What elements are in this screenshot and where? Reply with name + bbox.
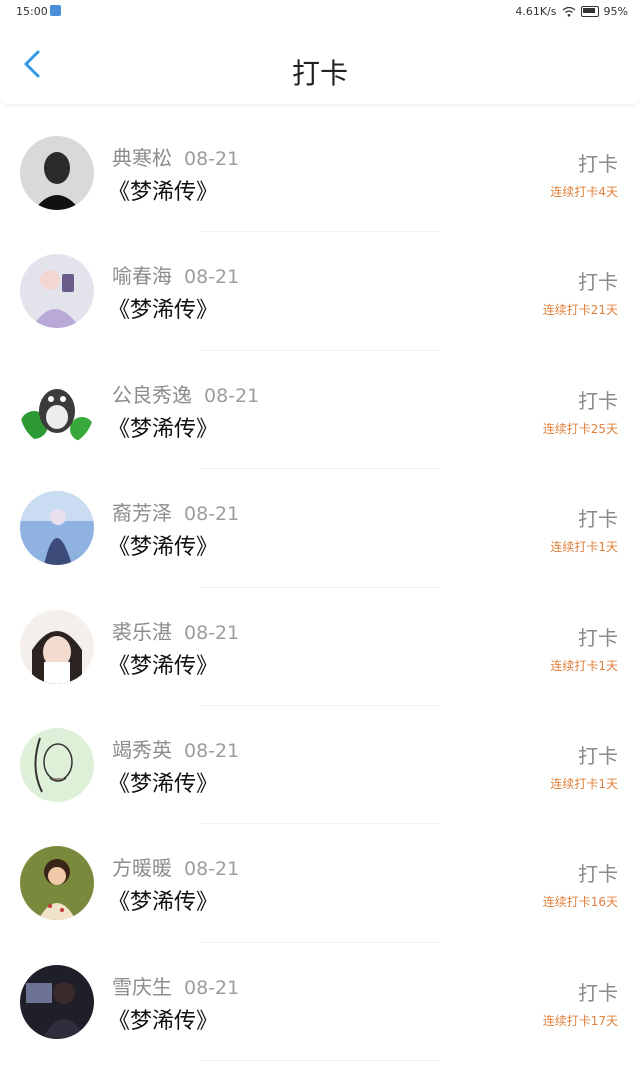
book-title[interactable]: 《梦浠传》	[108, 884, 218, 916]
user-name-text: 裔芳泽	[112, 501, 172, 526]
checkin-list: 典寒松 08-21 《梦浠传》 打卡 连续打卡4天 喻春海 08-21 《梦浠传》 …	[0, 114, 640, 1062]
streak-text: 连续打卡21天	[542, 303, 618, 318]
streak-text: 连续打卡1天	[550, 658, 618, 673]
streak-text: 连续打卡1天	[550, 540, 618, 555]
list-item[interactable]: 方暖暖 08-21 《梦浠传》 打卡 连续打卡16天	[0, 824, 640, 943]
user-name-text: 典寒松	[112, 146, 172, 170]
user-name: 典寒松 08-21	[112, 142, 239, 171]
checkin-label: 打卡	[578, 152, 618, 176]
book-title[interactable]: 《梦浠传》	[108, 174, 218, 206]
streak-text: 连续打卡16天	[542, 895, 618, 910]
checkin-label: 打卡	[578, 270, 618, 295]
streak-text: 连续打卡1天	[550, 776, 618, 791]
user-name: 方暖暖 08-21	[112, 852, 239, 881]
user-name: 雪庆生 08-21	[112, 971, 239, 1000]
book-title[interactable]: 《梦浠传》	[108, 1003, 218, 1035]
book-title[interactable]: 《梦浠传》	[108, 529, 218, 561]
user-name: 公良秀逸 08-21	[112, 379, 259, 408]
battery-percent: 95%	[603, 5, 628, 18]
avatar[interactable]	[20, 609, 94, 684]
list-item[interactable]: 裘乐湛 08-21 《梦浠传》 打卡 连续打卡1天	[0, 588, 640, 706]
list-item[interactable]: 喻春海 08-21 《梦浠传》 打卡 连续打卡21天	[0, 232, 640, 351]
header-bar: 打卡	[0, 24, 640, 104]
user-name: 竭秀英 08-21	[112, 734, 239, 763]
post-date: 08-21	[184, 266, 240, 289]
user-name-text: 方暖暖	[112, 856, 172, 881]
avatar[interactable]	[20, 372, 94, 447]
list-item[interactable]: 典寒松 08-21 《梦浠传》 打卡 连续打卡4天	[0, 114, 640, 233]
avatar[interactable]	[20, 964, 94, 1039]
list-item[interactable]: 公良秀逸 08-21 《梦浠传》 打卡 连续打卡25天	[0, 351, 640, 470]
list-item[interactable]: 竭秀英 08-21 《梦浠传》 打卡 连续打卡1天	[0, 706, 640, 825]
wifi-icon	[562, 6, 575, 17]
avatar[interactable]	[20, 491, 94, 566]
user-name-text: 喻春海	[112, 264, 172, 289]
book-title[interactable]: 《梦浠传》	[108, 411, 218, 443]
status-bar: 15:00 4.61K/s 95%	[0, 0, 640, 24]
checkin-label: 打卡	[578, 743, 618, 768]
avatar[interactable]	[20, 254, 94, 329]
status-right: 4.61K/s 95%	[515, 5, 628, 18]
divider	[200, 1060, 440, 1062]
post-date: 08-21	[184, 858, 240, 881]
network-speed: 4.61K/s	[515, 5, 557, 18]
battery-icon	[580, 6, 599, 17]
checkin-label: 打卡	[578, 388, 618, 413]
user-name-text: 公良秀逸	[112, 382, 192, 407]
book-title[interactable]: 《梦浠传》	[108, 292, 218, 324]
streak-text: 连续打卡4天	[550, 185, 618, 199]
user-name-text: 竭秀英	[112, 737, 172, 762]
post-date: 08-21	[204, 384, 260, 407]
app-notification-icon	[50, 5, 61, 16]
user-name-text: 雪庆生	[112, 974, 172, 999]
list-item[interactable]: 雪庆生 08-21 《梦浠传》 打卡 连续打卡17天	[0, 943, 640, 1062]
post-date: 08-21	[184, 976, 240, 999]
checkin-label: 打卡	[578, 507, 618, 532]
book-title[interactable]: 《梦浠传》	[108, 766, 218, 798]
post-date: 08-21	[184, 148, 240, 170]
book-title[interactable]: 《梦浠传》	[108, 648, 218, 680]
user-name: 裔芳泽 08-21	[112, 497, 239, 526]
avatar[interactable]	[20, 136, 94, 210]
checkin-label: 打卡	[578, 862, 618, 887]
streak-text: 连续打卡17天	[542, 1013, 618, 1028]
user-name: 裘乐湛 08-21	[112, 616, 239, 645]
post-date: 08-21	[184, 503, 240, 526]
page-title: 打卡	[291, 57, 348, 90]
user-name: 喻春海 08-21	[112, 260, 239, 289]
list-item[interactable]: 裔芳泽 08-21 《梦浠传》 打卡 连续打卡1天	[0, 469, 640, 588]
checkin-label: 打卡	[578, 625, 618, 650]
status-time: 15:00	[16, 5, 48, 18]
post-date: 08-21	[184, 739, 240, 762]
checkin-label: 打卡	[578, 980, 618, 1005]
avatar[interactable]	[20, 846, 94, 921]
streak-text: 连续打卡25天	[542, 421, 618, 436]
post-date: 08-21	[184, 621, 240, 644]
avatar[interactable]	[20, 727, 94, 802]
user-name-text: 裘乐湛	[112, 619, 172, 644]
